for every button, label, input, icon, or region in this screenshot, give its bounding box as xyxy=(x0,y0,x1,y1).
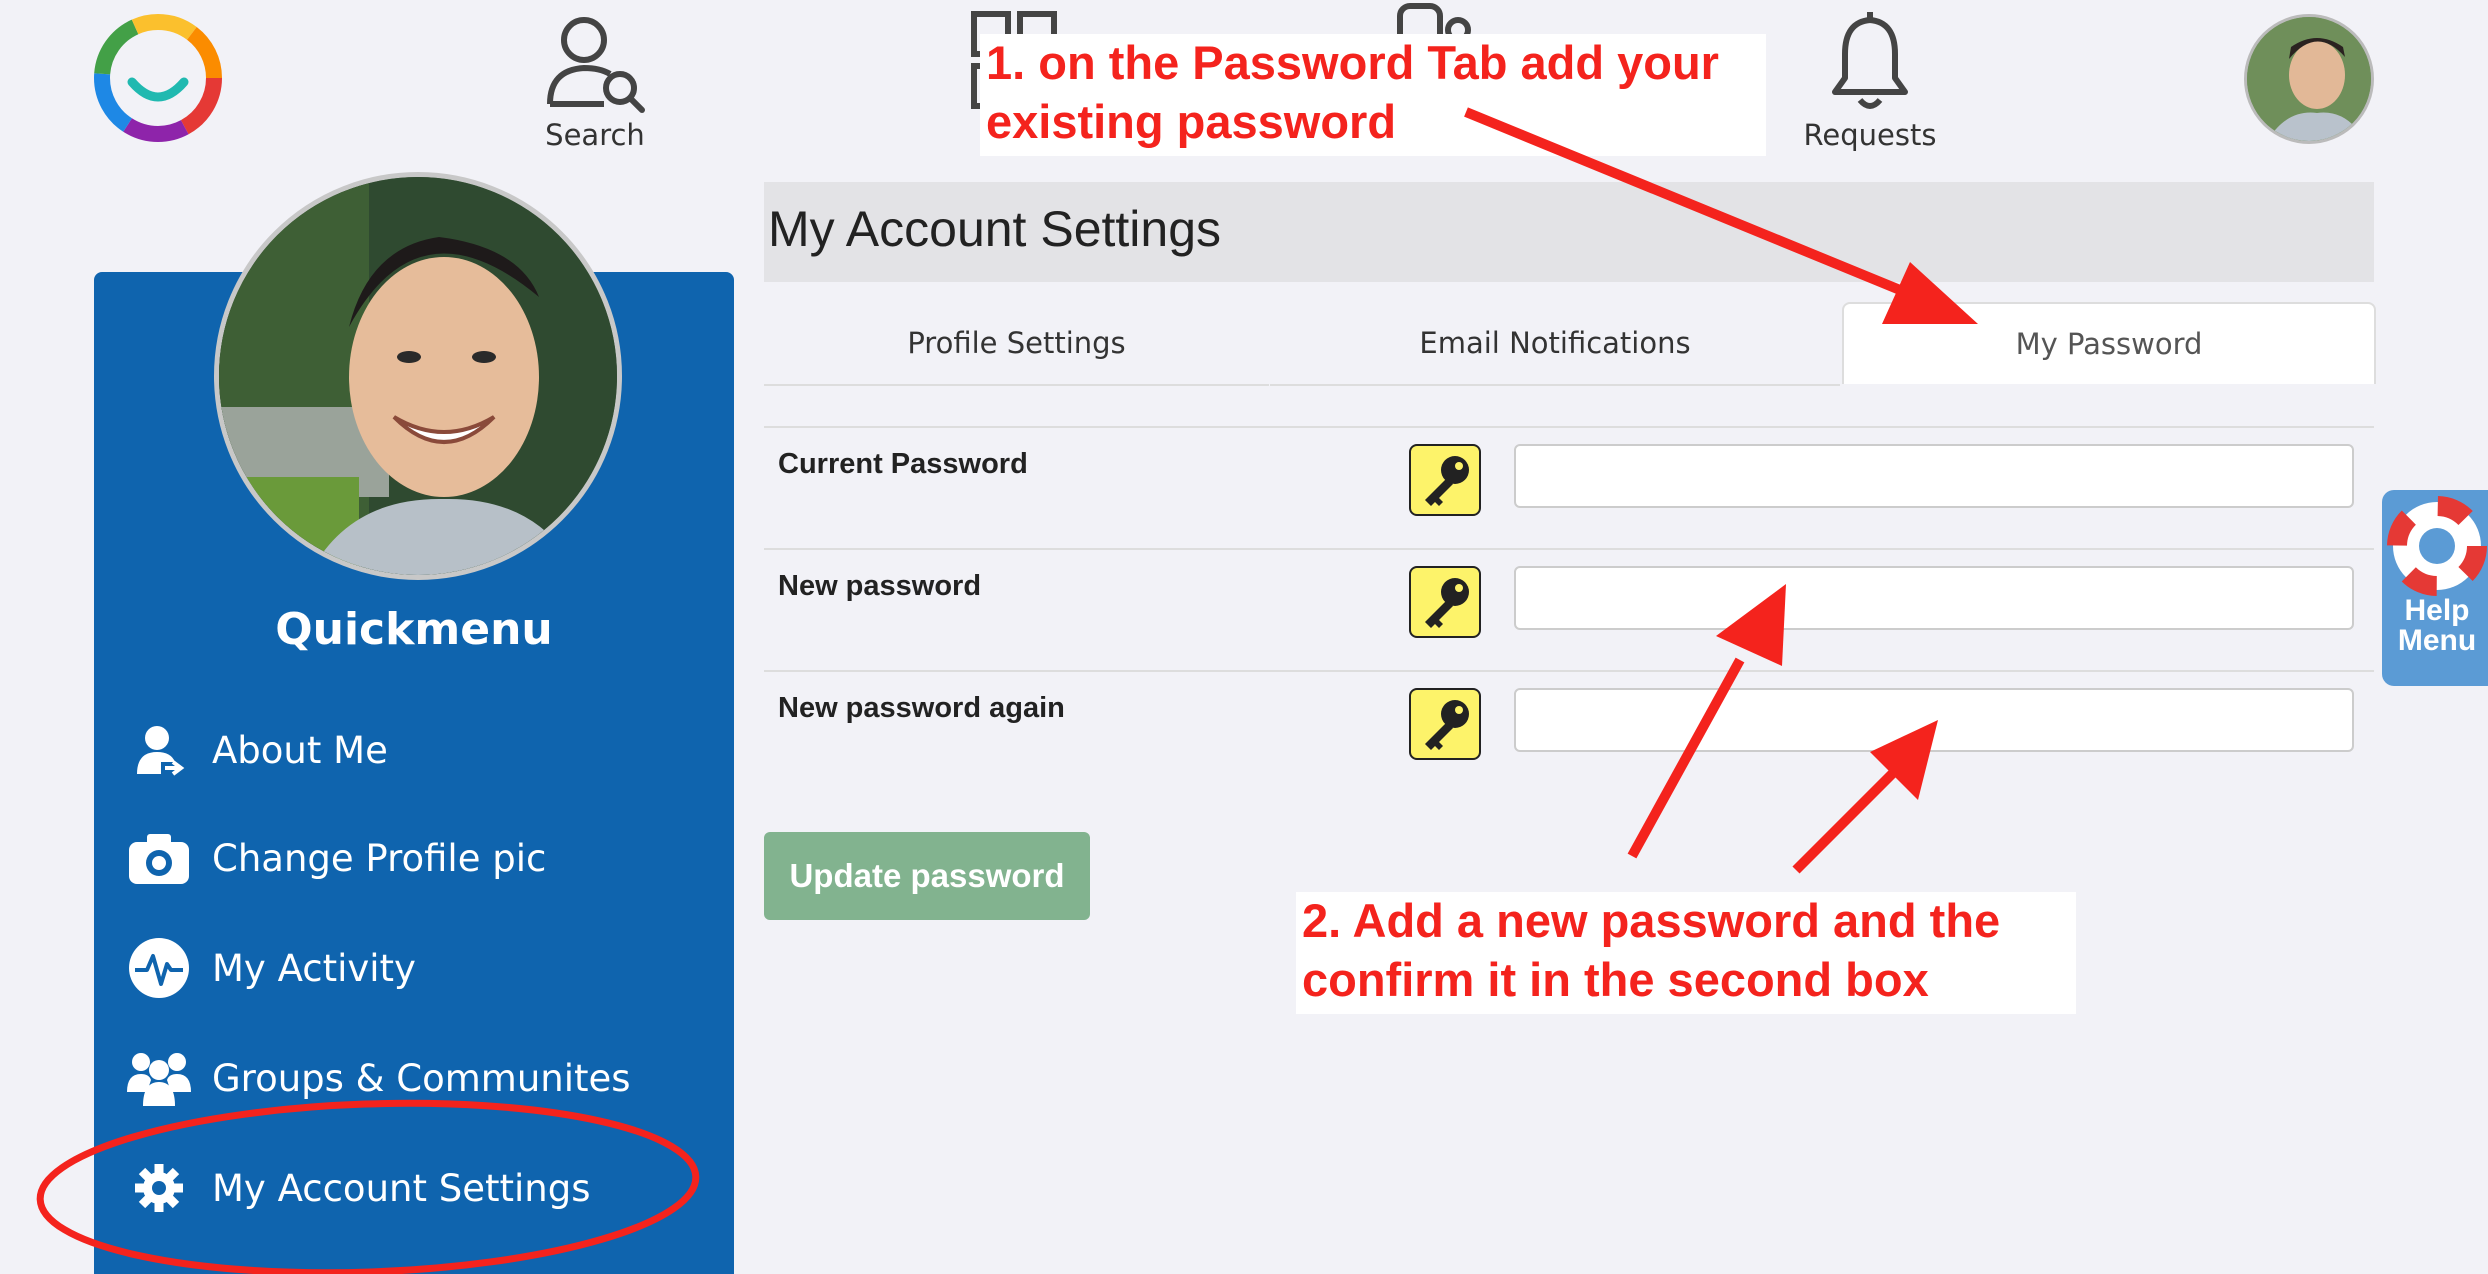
annotation-step2-line1: 2. Add a new password and the xyxy=(1302,894,2001,947)
key-icon xyxy=(1409,688,1481,760)
confirm-password-field[interactable] xyxy=(1514,688,2354,752)
sidebar-item-label: Groups & Communites xyxy=(212,1056,631,1100)
page-title: My Account Settings xyxy=(768,201,1222,257)
group-icon xyxy=(126,1045,192,1111)
quickmenu-title: Quickmenu xyxy=(275,604,553,655)
new-password-label: New password xyxy=(778,570,982,602)
sidebar-item-about-me[interactable]: About Me xyxy=(126,710,686,790)
user-avatar[interactable] xyxy=(2244,14,2374,144)
bell-icon xyxy=(1832,12,1908,109)
tab-profile-settings[interactable]: Profile Settings xyxy=(764,302,1269,386)
annotation-step1-line2: existing password xyxy=(986,94,1397,148)
sidebar-item-my-activity[interactable]: My Activity xyxy=(126,928,686,1008)
nav-search-label: Search xyxy=(545,118,645,152)
sidebar-item-label: My Account Settings xyxy=(212,1166,591,1210)
sidebar-item-groups[interactable]: Groups & Communites xyxy=(126,1038,686,1118)
nav-requests-label: Requests xyxy=(1803,118,1937,152)
profile-picture[interactable] xyxy=(214,172,622,580)
annotation-step2-line2: confirm it in the second box xyxy=(1302,952,1929,1006)
annotation-step1-line1: 1. on the Password Tab add your xyxy=(986,36,1719,89)
current-password-field[interactable] xyxy=(1514,444,2354,508)
new-password-again-label: New password again xyxy=(778,692,1065,724)
lifebuoy-icon xyxy=(2387,496,2487,596)
search-user-icon xyxy=(547,17,645,113)
sidebar-item-change-profile-pic[interactable]: Change Profile pic xyxy=(126,818,686,898)
annotation-step2: 2. Add a new password and the confirm it… xyxy=(1296,892,2076,1014)
help-label-line2: Menu xyxy=(2397,624,2477,657)
help-label-line1: Help xyxy=(2404,594,2470,627)
row-divider xyxy=(764,670,2374,672)
nav-requests[interactable]: Requests xyxy=(1790,8,1950,152)
sidebar-item-label: My Activity xyxy=(212,946,416,990)
help-menu-button[interactable]: Help Menu xyxy=(2382,490,2488,686)
key-icon xyxy=(1409,566,1481,638)
annotation-step1: 1. on the Password Tab add your existing… xyxy=(980,34,1766,156)
row-divider xyxy=(764,548,2374,550)
tab-email-notifications[interactable]: Email Notifications xyxy=(1270,302,1840,386)
nav-search[interactable]: Search xyxy=(520,8,670,152)
row-divider xyxy=(764,426,2374,428)
current-password-label: Current Password xyxy=(778,448,1028,480)
tab-my-password[interactable]: My Password xyxy=(1842,302,2376,384)
sidebar-item-label: About Me xyxy=(212,728,388,772)
sidebar-item-label: Change Profile pic xyxy=(212,836,547,880)
user-icon xyxy=(126,717,192,783)
key-icon xyxy=(1409,444,1481,516)
camera-icon xyxy=(126,825,192,891)
app-logo[interactable] xyxy=(92,12,224,144)
update-password-button[interactable]: Update password xyxy=(764,832,1090,920)
sidebar-item-my-account-settings[interactable]: My Account Settings xyxy=(126,1148,686,1228)
new-password-field[interactable] xyxy=(1514,566,2354,630)
activity-icon xyxy=(126,935,192,1001)
gear-icon xyxy=(126,1155,192,1221)
